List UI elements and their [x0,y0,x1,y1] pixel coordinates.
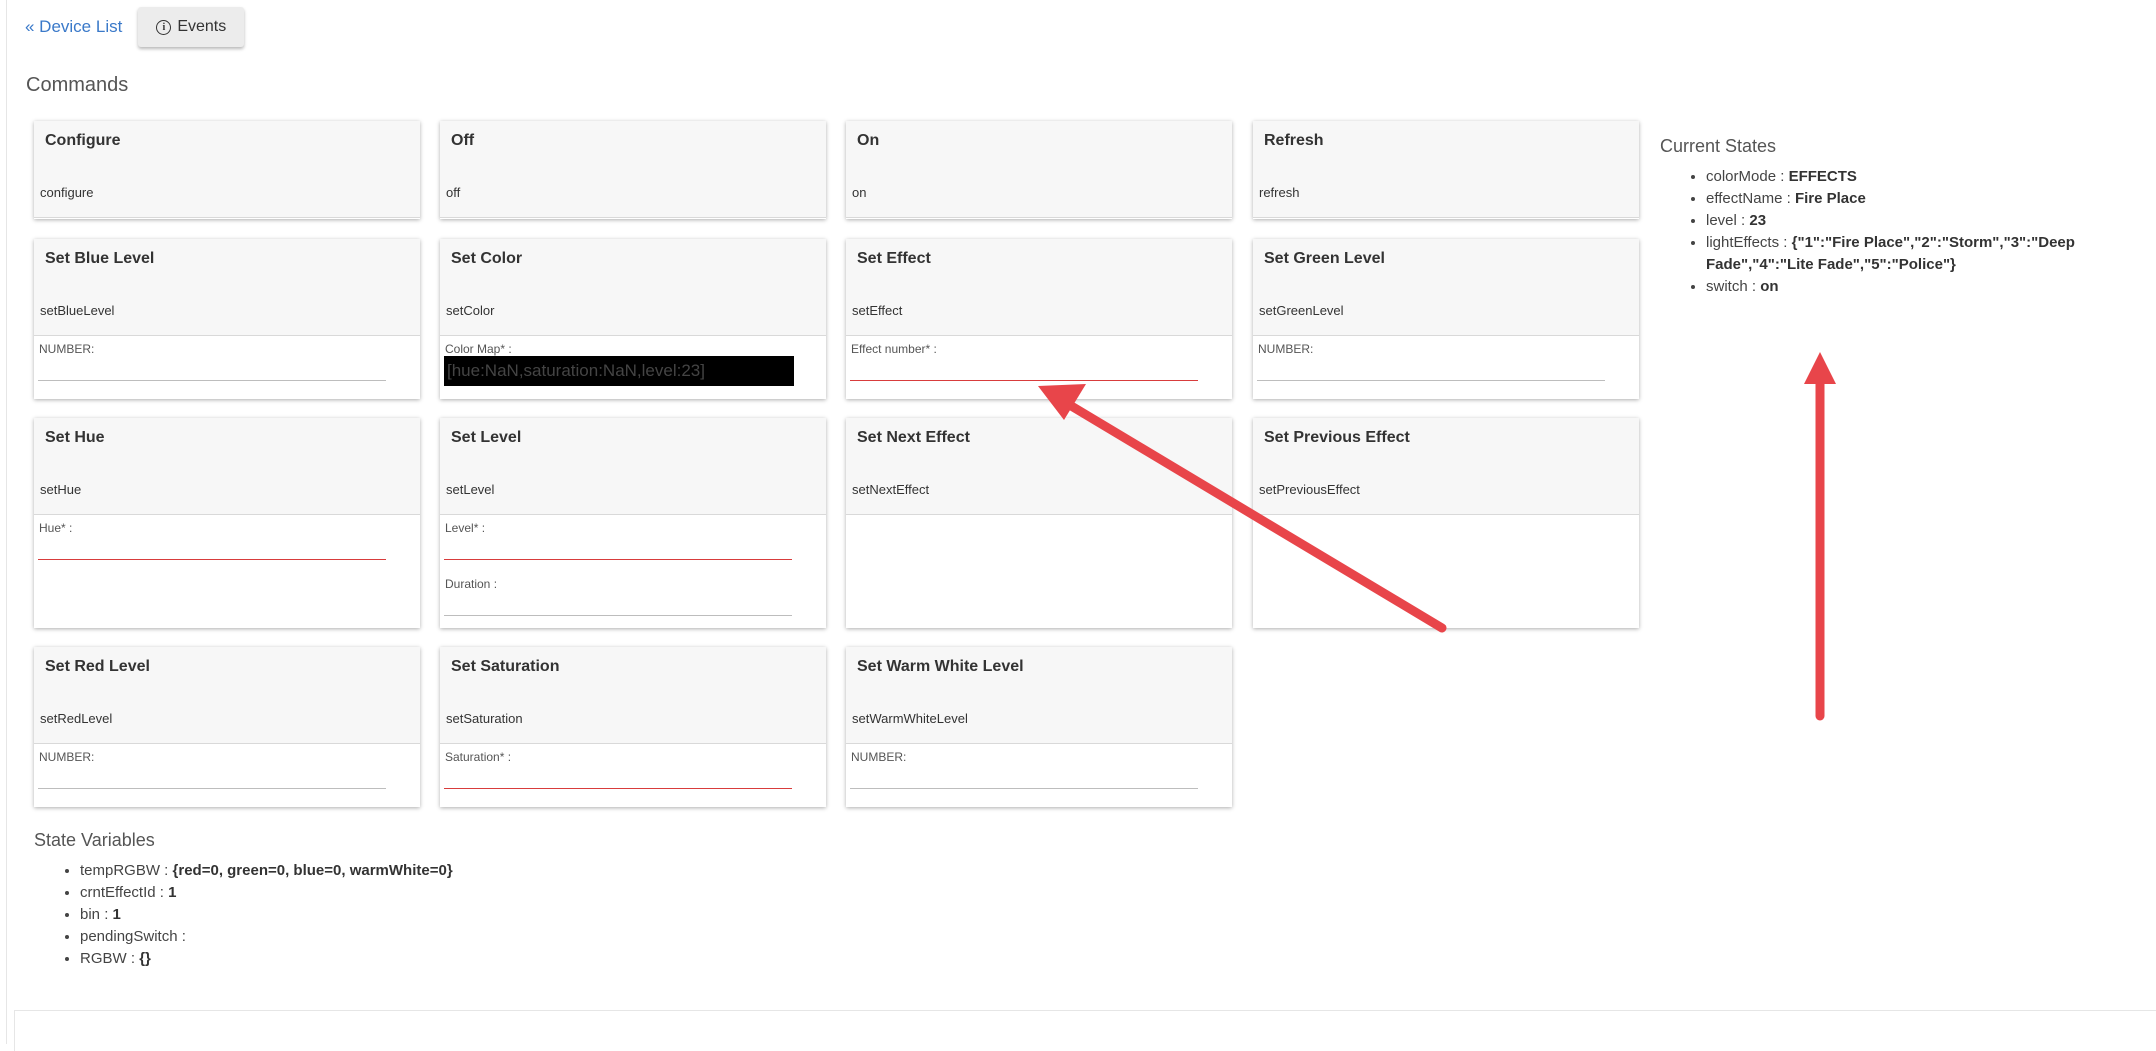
annotation-arrows [1038,352,1836,721]
arrow-to-effect-input [1038,384,1447,633]
arrow-to-current-states [1804,352,1836,721]
